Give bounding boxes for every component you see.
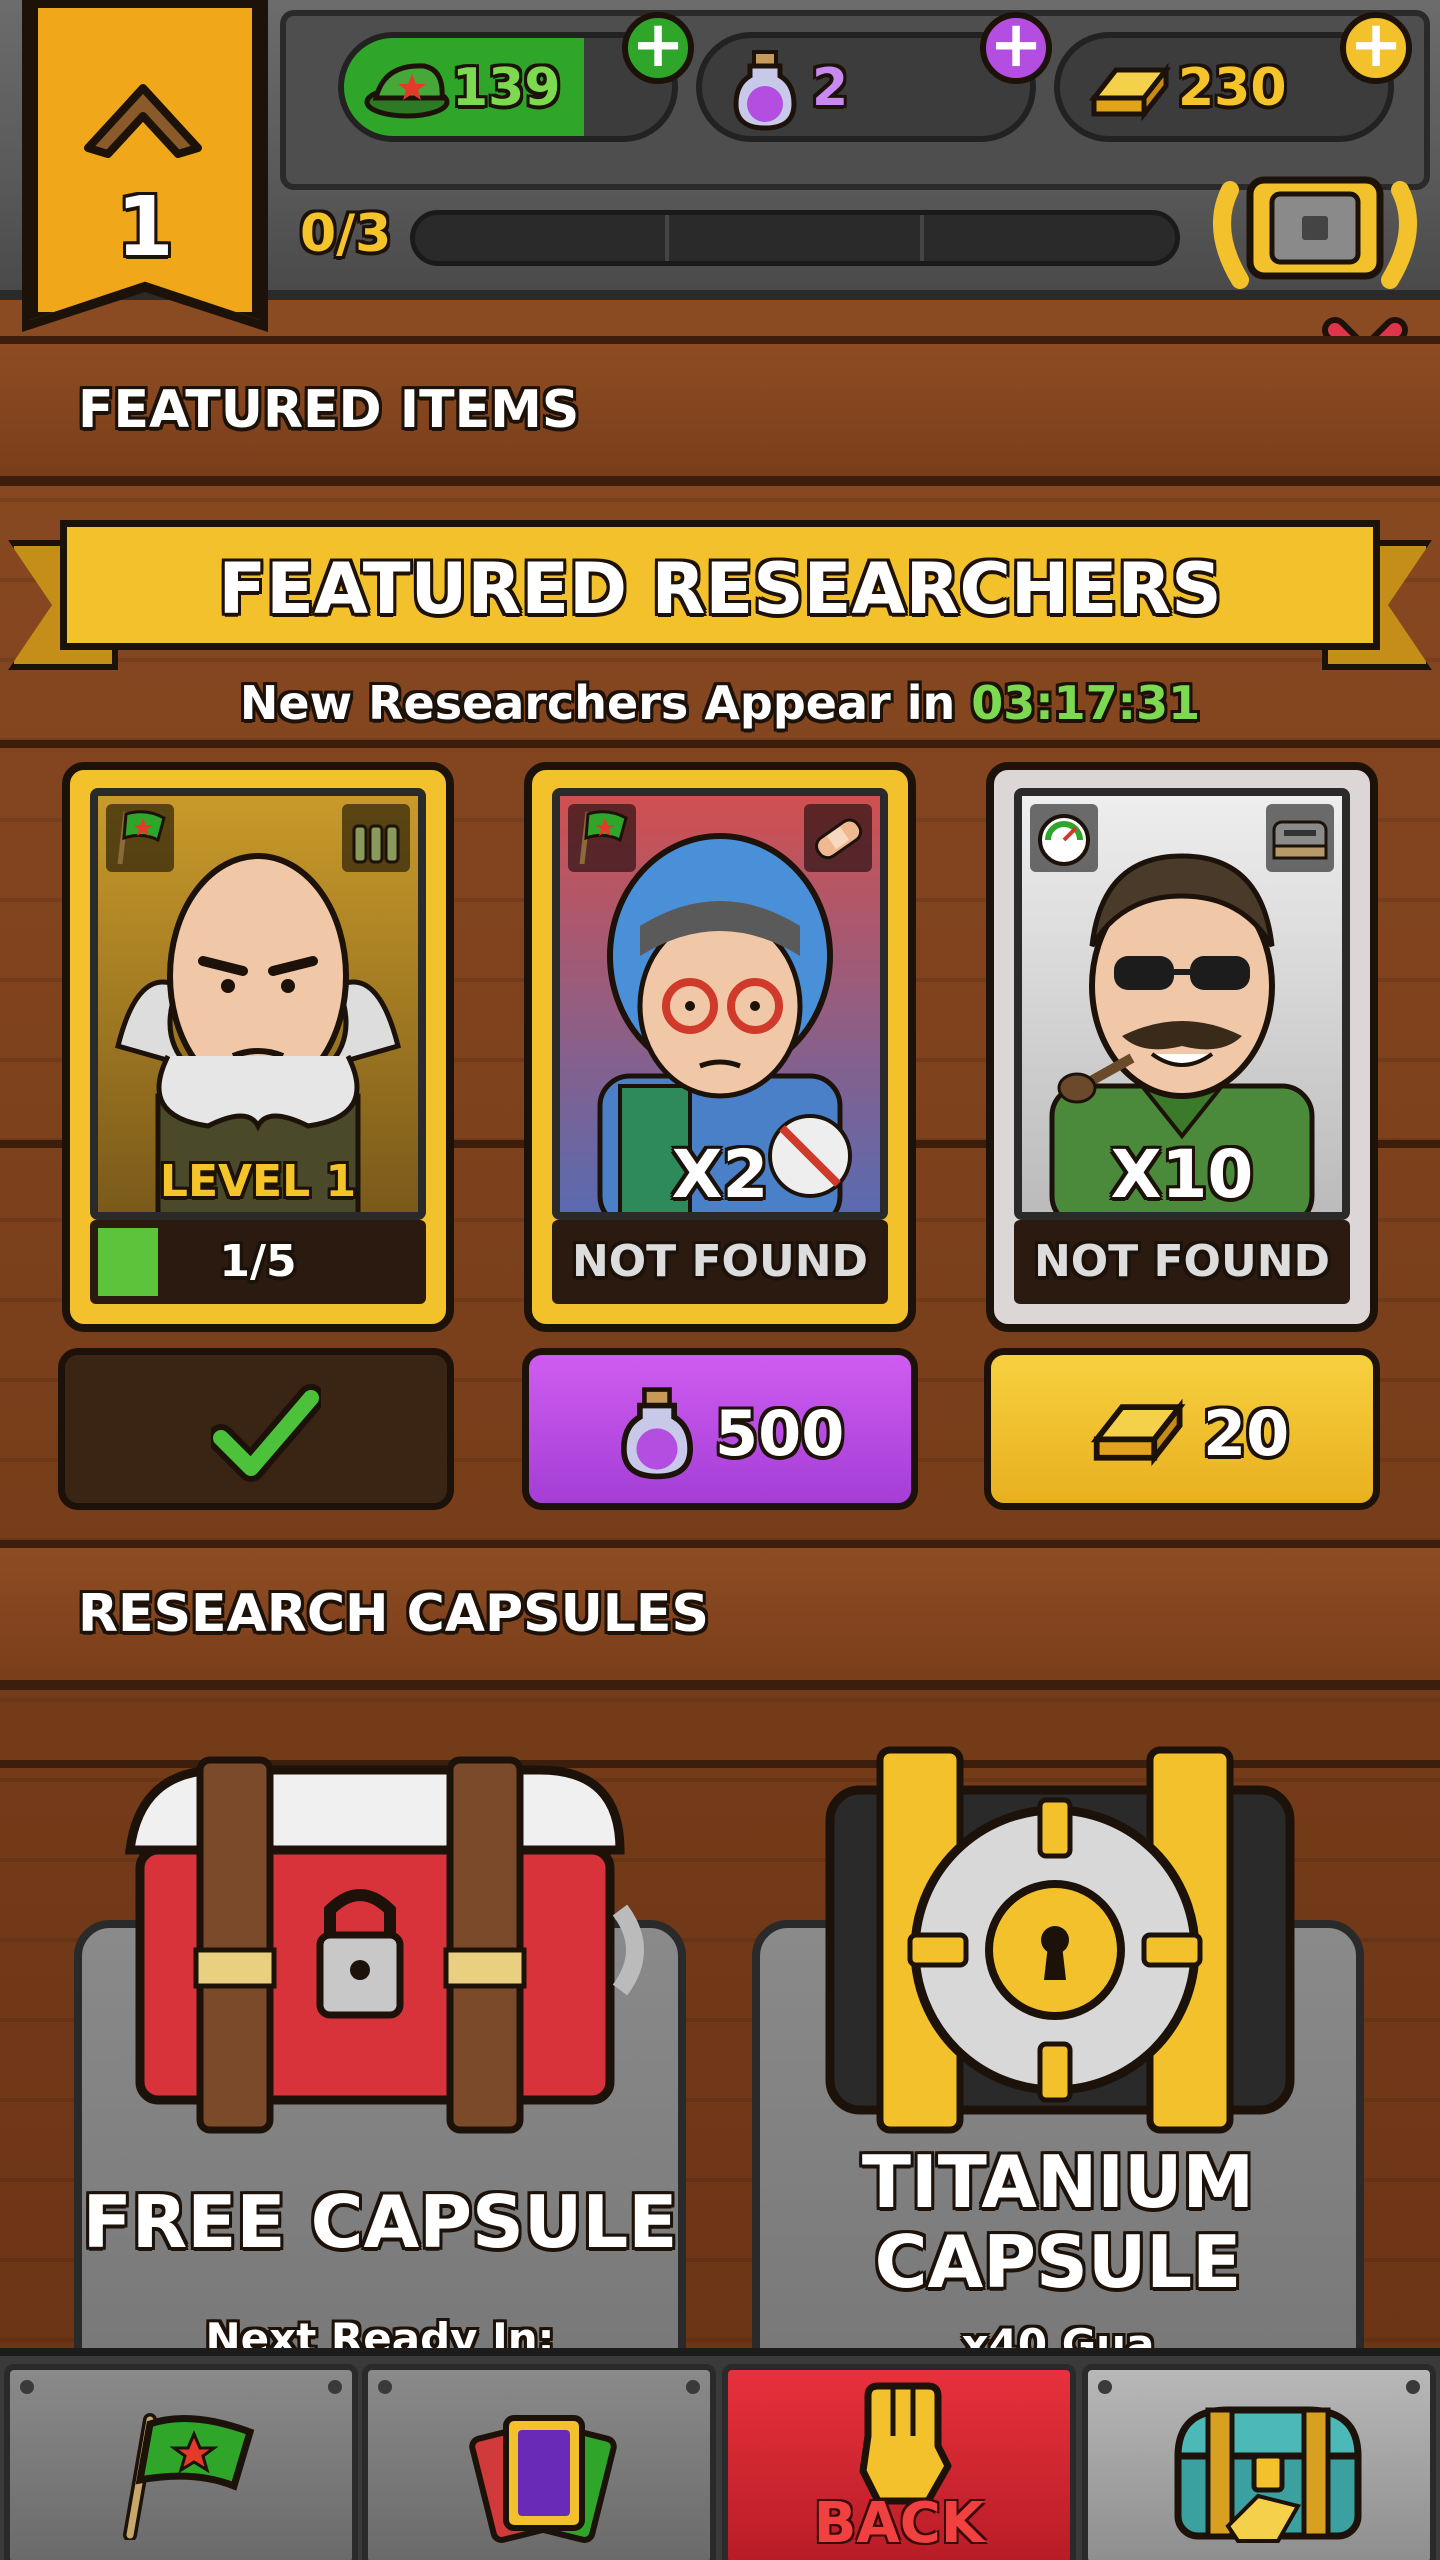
featured-researchers-title: FEATURED RESEARCHERS <box>218 548 1222 630</box>
rank-level: 1 <box>116 180 174 275</box>
purple-potion-icon <box>620 1387 694 1480</box>
researcher-card-3[interactable]: X10 NOT FOUND <box>986 762 1378 1332</box>
researcher-progress-bar: 1/5 <box>90 1220 426 1304</box>
rank-reward-chest-icon[interactable] <box>1210 160 1420 290</box>
purple-potion-icon <box>733 50 797 131</box>
xp-segment-divider <box>920 215 924 261</box>
free-capsule-title: FREE CAPSULE <box>82 2180 678 2264</box>
add-troops-button[interactable]: + <box>622 12 694 84</box>
researcher-status-text: NOT FOUND <box>1033 1236 1331 1287</box>
troops-value: 139 <box>452 58 561 118</box>
add-gold-button[interactable]: + <box>1340 12 1412 84</box>
buy-with-potion-button[interactable]: 500 <box>522 1348 918 1510</box>
free-capsule-chest-icon[interactable] <box>100 1740 660 2140</box>
titanium-capsule-title-line2: CAPSULE <box>874 2220 1242 2304</box>
rivet <box>1098 2380 1112 2394</box>
research-capsules-title: RESEARCH CAPSULES <box>78 1584 709 1644</box>
researcher-status: NOT FOUND <box>1014 1220 1350 1304</box>
fist-icon <box>859 2382 952 2505</box>
titanium-capsule-chest-icon[interactable] <box>790 1740 1330 2140</box>
researcher-portrait-2: X2 <box>552 788 888 1220</box>
xp-progress-text: 0/3 <box>300 204 392 264</box>
potion-value: 2 <box>812 58 849 118</box>
potion-price: 500 <box>715 1397 845 1470</box>
gold-value: 230 <box>1178 58 1287 118</box>
gauge-icon <box>1030 804 1098 872</box>
rivet <box>328 2380 342 2394</box>
bandage-icon <box>804 804 872 872</box>
researcher-timer: 03:17:31 <box>971 676 1201 730</box>
rivet <box>20 2380 34 2394</box>
timer-prefix: New Researchers Appear in <box>239 676 972 730</box>
buy-with-gold-button[interactable]: 20 <box>984 1348 1380 1510</box>
xp-progress-bar <box>410 210 1180 266</box>
nav-back-button[interactable]: BACK <box>722 2364 1076 2560</box>
researcher-card-2[interactable]: X2 NOT FOUND <box>524 762 916 1332</box>
researcher-card-1[interactable]: LEVEL 1 1/5 <box>62 762 454 1332</box>
cards-icon <box>469 2415 617 2543</box>
featured-items-title: FEATURED ITEMS <box>78 380 580 440</box>
army-cap-icon <box>364 63 450 119</box>
nav-shop-button[interactable] <box>1082 2364 1436 2560</box>
nav-cards-button[interactable] <box>362 2364 716 2560</box>
treasure-chest-icon <box>1174 2406 1362 2543</box>
nav-battle-button[interactable] <box>4 2364 358 2560</box>
researcher-multiplier: X2 <box>671 1136 769 1213</box>
researcher-status: NOT FOUND <box>552 1220 888 1304</box>
owned-checkmark-button[interactable] <box>58 1348 454 1510</box>
xp-segment-divider <box>665 215 669 261</box>
plank-divider <box>0 740 1440 748</box>
rank-chevron-icon <box>84 84 202 158</box>
checkmark-icon <box>211 1384 321 1482</box>
rivet <box>378 2380 392 2394</box>
rivet <box>1406 2380 1420 2394</box>
researcher-level-label: LEVEL 1 <box>159 1156 357 1207</box>
add-potion-button[interactable]: + <box>980 12 1052 84</box>
researcher-portrait-3: X10 <box>1014 788 1350 1220</box>
researcher-status-text: NOT FOUND <box>571 1236 869 1287</box>
ammo-icon <box>342 804 410 872</box>
flag-icon <box>106 804 174 872</box>
back-label: BACK <box>813 2491 985 2556</box>
bunker-icon <box>1266 804 1334 872</box>
gold-bar-icon <box>1088 62 1172 122</box>
researcher-portrait-1: LEVEL 1 <box>90 788 426 1220</box>
flag-icon <box>123 2413 255 2540</box>
new-researchers-timer-line: New Researchers Appear in 03:17:31 <box>0 676 1440 730</box>
researcher-multiplier: X10 <box>1110 1136 1254 1213</box>
flag-icon <box>568 804 636 872</box>
gold-price: 20 <box>1203 1397 1290 1470</box>
titanium-capsule-title-line1: TITANIUM <box>861 2140 1255 2224</box>
bottom-navigation: BACK <box>0 2348 1440 2560</box>
researcher-progress-text: 1/5 <box>219 1236 297 1287</box>
rivet <box>686 2380 700 2394</box>
gold-bar-icon <box>1090 1398 1186 1467</box>
